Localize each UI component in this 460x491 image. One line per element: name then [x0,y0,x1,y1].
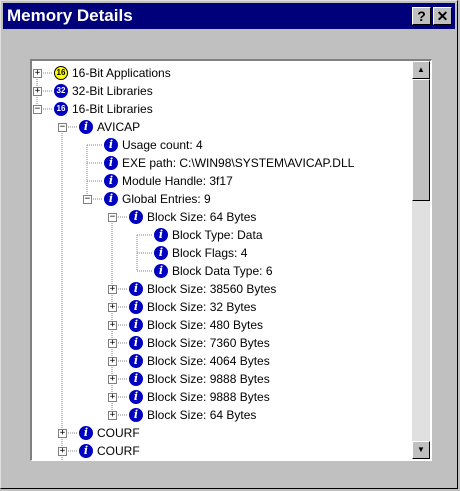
info-icon: i [129,318,143,332]
32-bit-library-icon: 32 [54,84,68,98]
tree-node-label[interactable]: Block Data Type: 6 [172,262,273,280]
memory-tree-view[interactable]: 16 16-Bit Applications +32 32-Bit Libraries… [30,59,432,461]
info-icon: i [79,120,93,134]
expand-button[interactable]: + [108,303,117,312]
info-icon: i [154,246,168,260]
info-icon: i [129,282,143,296]
tree-node-label[interactable]: Block Size: 480 Bytes [147,316,263,334]
tree-node-label[interactable]: Block Type: Data [172,226,263,244]
vertical-scrollbar[interactable]: ▲ ▼ [412,61,430,459]
info-icon: i [129,336,143,350]
tree-node-label[interactable]: EXE path: C:\WIN98\SYSTEM\AVICAP.DLL [122,154,354,172]
tree-node-label[interactable]: COURF [97,442,140,460]
info-icon: i [104,192,118,206]
tree-node-label[interactable]: 16-Bit Libraries [72,100,153,118]
close-button[interactable]: ✕ [433,7,452,25]
tree-node-label[interactable]: Block Size: 9888 Bytes [147,370,270,388]
tree-node-label[interactable]: Block Size: 9888 Bytes [147,388,270,406]
tree-node-label[interactable]: Block Size: 32 Bytes [147,298,256,316]
collapse-button[interactable]: − [108,213,117,222]
tree-node-label[interactable]: Module Handle: 3f17 [122,172,233,190]
info-icon: i [129,372,143,386]
16-bit-app-icon: 16 [54,66,68,80]
info-icon: i [104,138,118,152]
window-title: Memory Details [7,6,133,25]
info-icon: i [129,354,143,368]
tree-node-label[interactable]: Global Entries: 9 [122,190,211,208]
scroll-up-button[interactable]: ▲ [412,61,430,79]
expand-button[interactable]: + [33,69,42,78]
expand-button[interactable]: + [108,393,117,402]
info-icon: i [79,444,93,458]
info-icon: i [154,264,168,278]
info-icon: i [129,210,143,224]
scroll-down-button[interactable]: ▼ [412,441,430,459]
info-icon: i [79,426,93,440]
collapse-button[interactable]: − [33,105,42,114]
expand-button[interactable]: + [58,429,67,438]
tree-node-label[interactable]: Block Size: 38560 Bytes [147,280,276,298]
expand-button[interactable]: + [108,375,117,384]
scroll-thumb[interactable] [412,79,430,201]
tree-node-label[interactable]: 16-Bit Applications [72,64,171,82]
expand-button[interactable]: + [108,339,117,348]
info-icon: i [104,156,118,170]
tree-content: 16 16-Bit Applications +32 32-Bit Libraries… [32,61,412,460]
info-icon: i [129,408,143,422]
tree-node-label[interactable]: Usage count: 4 [122,136,203,154]
expand-button[interactable]: + [33,87,42,96]
16-bit-library-icon: 16 [54,102,68,116]
expand-button[interactable]: + [58,447,67,456]
tree-node-label[interactable]: Block Size: 64 Bytes [147,406,256,424]
tree-node-label[interactable]: 32-Bit Libraries [72,82,153,100]
expand-button[interactable]: + [108,411,117,420]
info-icon: i [129,300,143,314]
expand-button[interactable]: + [108,321,117,330]
title-bar[interactable]: Memory Details ? ✕ [3,3,455,29]
collapse-button[interactable]: − [58,123,67,132]
tree-node-label[interactable]: Block Size: 4064 Bytes [147,352,270,370]
tree-node-label[interactable]: Block Flags: 4 [172,244,247,262]
tree-node-label[interactable]: COURF [97,424,140,442]
expand-button[interactable]: + [108,285,117,294]
tree-node-label[interactable]: AVICAP [97,118,140,136]
info-icon: i [154,228,168,242]
info-icon: i [104,174,118,188]
help-button[interactable]: ? [412,7,431,25]
collapse-button[interactable]: − [83,195,92,204]
info-icon: i [129,390,143,404]
memory-details-window: Memory Details ? ✕ 16 16-Bit Applications… [0,0,458,489]
tree-node-label[interactable]: Block Size: 7360 Bytes [147,334,270,352]
expand-button[interactable]: + [108,357,117,366]
tree-node-label[interactable]: Block Size: 64 Bytes [147,208,256,226]
